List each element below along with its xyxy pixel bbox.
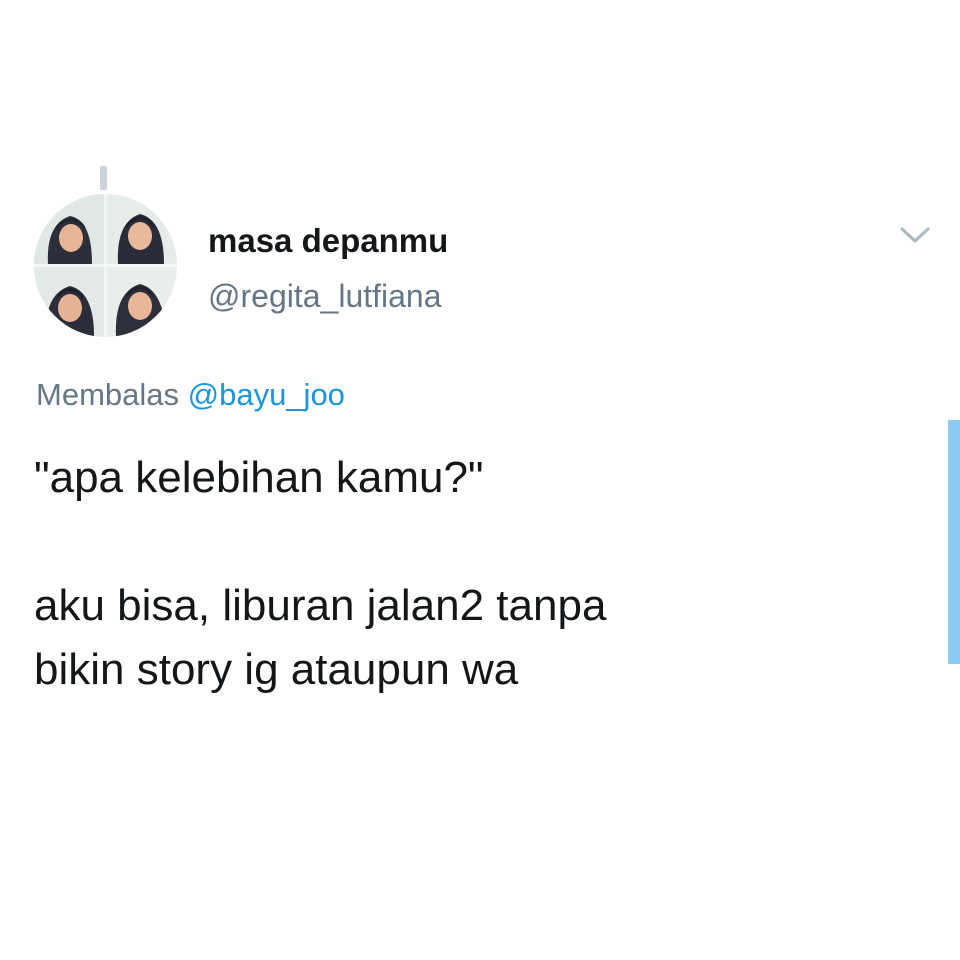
user-handle[interactable]: @regita_lutfiana <box>208 278 442 315</box>
reply-mention-link[interactable]: @bayu_joo <box>188 377 345 412</box>
display-name[interactable]: masa depanmu <box>208 222 448 260</box>
tweet-text: "apa kelebihan kamu?" aku bisa, liburan … <box>34 453 607 694</box>
thread-connector-line <box>100 166 107 190</box>
replying-to: Membalas @bayu_joo <box>36 377 345 413</box>
chevron-down-icon <box>900 227 930 243</box>
profile-photo-collage-icon <box>34 194 177 337</box>
avatar[interactable] <box>34 194 177 337</box>
reply-prefix: Membalas <box>36 377 179 412</box>
more-options-button[interactable] <box>898 222 932 248</box>
scrollbar[interactable] <box>948 420 960 664</box>
